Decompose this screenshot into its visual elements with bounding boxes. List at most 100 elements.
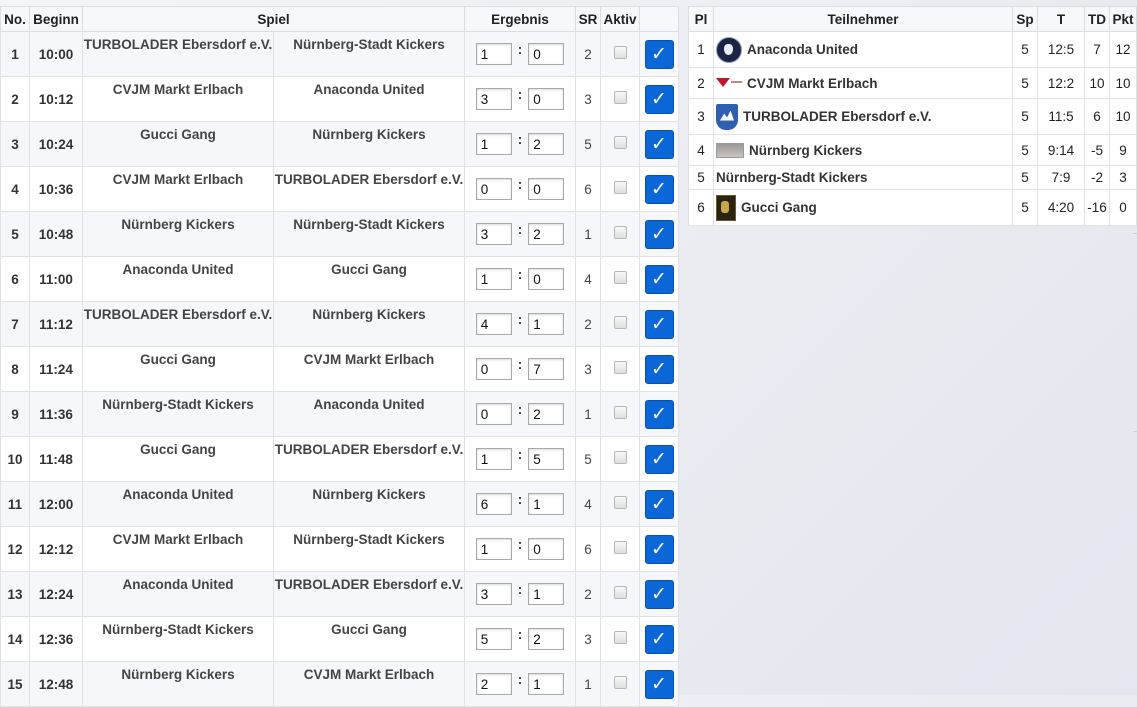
confirm-button[interactable]: ✓ <box>644 219 674 249</box>
home-score-input[interactable]: 1 <box>475 133 512 155</box>
game-start-time: 12:00 <box>29 481 83 527</box>
active-checkbox[interactable] <box>613 136 627 149</box>
header-result: Ergebnis <box>464 6 576 32</box>
away-score-input[interactable]: 0 <box>528 538 565 560</box>
standings-goals: 7:9 <box>1037 165 1085 190</box>
active-cell <box>600 256 640 302</box>
confirm-button[interactable]: ✓ <box>644 129 674 159</box>
home-team: Nürnberg Kickers <box>82 661 274 707</box>
active-checkbox[interactable] <box>613 181 627 194</box>
checkmark-icon: ✓ <box>651 312 667 335</box>
active-cell <box>600 76 640 122</box>
home-score-input[interactable]: 2 <box>475 673 512 695</box>
confirm-button[interactable]: ✓ <box>644 84 674 114</box>
confirm-button[interactable]: ✓ <box>644 354 674 384</box>
participant-name: Nürnberg Kickers <box>749 142 863 158</box>
result-cell: 1:5 <box>464 436 576 482</box>
home-score-input[interactable]: 1 <box>475 448 512 470</box>
home-score-input[interactable]: 3 <box>475 583 512 605</box>
confirm-button[interactable]: ✓ <box>644 669 674 699</box>
away-score-input[interactable]: 7 <box>528 358 565 380</box>
home-score-input[interactable]: 3 <box>475 223 512 245</box>
home-score-input[interactable]: 0 <box>475 403 512 425</box>
confirm-button[interactable]: ✓ <box>644 624 674 654</box>
confirm-cell: ✓ <box>639 391 679 437</box>
active-checkbox[interactable] <box>613 271 627 284</box>
active-checkbox[interactable] <box>613 46 627 59</box>
confirm-button[interactable]: ✓ <box>644 444 674 474</box>
home-score-input[interactable]: 4 <box>475 313 512 335</box>
away-score-input[interactable]: 2 <box>528 403 565 425</box>
active-checkbox[interactable] <box>613 676 627 689</box>
confirm-button[interactable]: ✓ <box>644 174 674 204</box>
active-checkbox[interactable] <box>613 91 627 104</box>
away-score-input[interactable]: 0 <box>528 88 565 110</box>
home-score-input[interactable]: 1 <box>475 268 512 290</box>
active-checkbox[interactable] <box>613 361 627 374</box>
game-row: 6 11:00 Anaconda United Gucci Gang 1:0 4 ✓ <box>0 256 679 302</box>
active-checkbox[interactable] <box>613 541 627 554</box>
home-score-input[interactable]: 0 <box>475 358 512 380</box>
score-separator: : <box>517 401 523 417</box>
away-team: TURBOLADER Ebersdorf e.V. <box>273 571 465 617</box>
home-score-input[interactable]: 6 <box>475 493 512 515</box>
home-score-input[interactable]: 1 <box>475 538 512 560</box>
confirm-button[interactable]: ✓ <box>644 39 674 69</box>
confirm-button[interactable]: ✓ <box>644 489 674 519</box>
active-cell <box>600 346 640 392</box>
away-score-input[interactable]: 0 <box>528 43 565 65</box>
standings-games-played: 5 <box>1012 189 1038 226</box>
away-score-input[interactable]: 0 <box>528 268 565 290</box>
away-score-input[interactable]: 1 <box>528 673 565 695</box>
home-score-input[interactable]: 3 <box>475 88 512 110</box>
result-cell: 3:1 <box>464 571 576 617</box>
standings-place: 6 <box>688 189 714 226</box>
confirm-cell: ✓ <box>639 211 679 257</box>
away-score-input[interactable]: 1 <box>528 313 565 335</box>
confirm-button[interactable]: ✓ <box>644 579 674 609</box>
away-score-input[interactable]: 1 <box>528 493 565 515</box>
away-score-input[interactable]: 5 <box>528 448 565 470</box>
standings-participant: TURBOLADER Ebersdorf e.V. <box>713 98 1013 135</box>
active-checkbox[interactable] <box>613 631 627 644</box>
header-participant: Teilnehmer <box>713 6 1013 32</box>
confirm-button[interactable]: ✓ <box>644 534 674 564</box>
game-start-time: 12:24 <box>29 571 83 617</box>
participant-name: Nürnberg-Stadt Kickers <box>716 170 868 185</box>
confirm-button[interactable]: ✓ <box>644 399 674 429</box>
home-score-input[interactable]: 0 <box>475 178 512 200</box>
result-cell: 1:2 <box>464 121 576 167</box>
home-score-input[interactable]: 5 <box>475 628 512 650</box>
result-cell: 0:7 <box>464 346 576 392</box>
checkmark-icon: ✓ <box>651 402 667 425</box>
active-checkbox[interactable] <box>613 451 627 464</box>
header-td: TD <box>1084 6 1110 32</box>
result-cell: 1:0 <box>464 256 576 302</box>
checkmark-icon: ✓ <box>651 132 667 155</box>
away-team: TURBOLADER Ebersdorf e.V. <box>273 166 465 212</box>
game-number: 2 <box>0 76 30 122</box>
active-checkbox[interactable] <box>613 586 627 599</box>
checkmark-icon: ✓ <box>651 357 667 380</box>
game-number: 11 <box>0 481 30 527</box>
confirm-button[interactable]: ✓ <box>644 309 674 339</box>
standings-points: 10 <box>1109 98 1137 135</box>
away-score-input[interactable]: 0 <box>528 178 565 200</box>
away-score-input[interactable]: 2 <box>528 133 565 155</box>
standings-games-played: 5 <box>1012 165 1038 190</box>
score-separator: : <box>517 176 523 192</box>
game-start-time: 12:36 <box>29 616 83 662</box>
active-checkbox[interactable] <box>613 226 627 239</box>
game-row: 2 10:12 CVJM Markt Erlbach Anaconda United 3… <box>0 76 679 122</box>
away-score-input[interactable]: 2 <box>528 223 565 245</box>
confirm-cell: ✓ <box>639 346 679 392</box>
home-team: TURBOLADER Ebersdorf e.V. <box>82 301 274 347</box>
away-score-input[interactable]: 1 <box>528 583 565 605</box>
home-score-input[interactable]: 1 <box>475 43 512 65</box>
away-score-input[interactable]: 2 <box>528 628 565 650</box>
active-checkbox[interactable] <box>613 496 627 509</box>
confirm-button[interactable]: ✓ <box>644 264 674 294</box>
active-checkbox[interactable] <box>613 316 627 329</box>
game-number: 13 <box>0 571 30 617</box>
active-checkbox[interactable] <box>613 406 627 419</box>
